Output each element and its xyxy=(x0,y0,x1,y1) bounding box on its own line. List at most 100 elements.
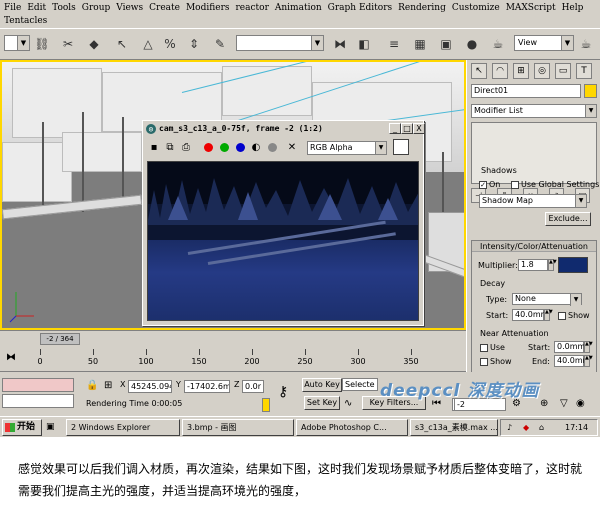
motion-tab-icon[interactable]: ◎ xyxy=(534,63,550,79)
utilities-tab-icon[interactable]: T xyxy=(576,63,592,79)
near-end-spinner[interactable]: ▲▼ xyxy=(584,355,593,367)
light-color-swatch[interactable] xyxy=(558,257,588,273)
print-icon[interactable]: ⎙ xyxy=(179,140,193,154)
lock-selection-icon[interactable]: 🔒 xyxy=(86,380,98,391)
menu-group[interactable]: Group xyxy=(82,2,110,15)
near-end-input[interactable]: 40.0mm xyxy=(554,355,590,367)
time-slider-thumb[interactable]: -2 / 364 xyxy=(40,333,80,345)
network-icon[interactable]: ⌂ xyxy=(539,420,544,435)
task-photoshop[interactable]: Adobe Photoshop C... xyxy=(296,419,408,436)
layer-manager-icon[interactable]: ≡ xyxy=(384,34,404,54)
decay-start-input[interactable]: 40.0mr xyxy=(512,309,544,321)
menu-reactor[interactable]: reactor xyxy=(236,2,269,15)
menu-graph-editors[interactable]: Graph Editors xyxy=(328,2,392,15)
task-3dsmax[interactable]: s3_c13a_素模.max ... xyxy=(410,419,498,436)
save-icon[interactable]: ▪ xyxy=(147,140,161,154)
spinner-snap-icon[interactable]: ⇕ xyxy=(184,34,204,54)
menu-customize[interactable]: Customize xyxy=(452,2,500,15)
selection-filter-dropdown[interactable]: ▼ xyxy=(4,35,30,51)
selected-set-dropdown[interactable]: Selecte xyxy=(342,378,378,391)
use-global-settings-checkbox[interactable] xyxy=(511,180,519,189)
quick-render-icon[interactable]: ☕ xyxy=(576,34,596,54)
select-link-icon[interactable]: ⛓ xyxy=(32,34,52,54)
exclude-button[interactable]: Exclude... xyxy=(545,212,591,226)
object-name-input[interactable]: Direct01 xyxy=(471,84,581,98)
render-scene-icon[interactable]: ☕ xyxy=(488,34,508,54)
align-icon[interactable]: ◧ xyxy=(354,34,374,54)
quick-launch-icon[interactable]: ▣ xyxy=(46,422,55,432)
named-selection-icon[interactable]: ✎ xyxy=(210,34,230,54)
menu-rendering[interactable]: Rendering xyxy=(398,2,446,15)
percent-snap-icon[interactable]: % xyxy=(160,34,180,54)
multiplier-input[interactable]: 1.8 xyxy=(518,259,548,271)
start-button[interactable]: 开始 xyxy=(2,419,42,436)
decay-show-checkbox[interactable] xyxy=(558,311,566,320)
maxscript-listener[interactable] xyxy=(2,378,74,392)
z-coordinate-field[interactable]: 0.0r xyxy=(242,380,264,393)
time-slider[interactable]: -2 / 364 xyxy=(0,330,466,346)
minimize-button[interactable]: _ xyxy=(389,123,401,134)
menu-maxscript[interactable]: MAXScript xyxy=(506,2,556,15)
clear-icon[interactable]: ✕ xyxy=(285,140,299,154)
modify-tab-icon[interactable]: ◠ xyxy=(492,63,508,79)
decay-type-dropdown[interactable]: None ▼ xyxy=(512,293,582,306)
menu-tentacles[interactable]: Tentacles xyxy=(4,15,47,28)
create-tab-icon[interactable]: ↖ xyxy=(471,63,487,79)
near-show-checkbox[interactable] xyxy=(480,357,488,366)
task-paint[interactable]: 3.bmp - 画图 xyxy=(182,419,294,436)
curve-editor-icon[interactable]: ▦ xyxy=(410,34,430,54)
green-channel-icon[interactable] xyxy=(217,140,231,154)
monochrome-icon[interactable] xyxy=(265,140,279,154)
blue-channel-icon[interactable] xyxy=(233,140,247,154)
bind-space-warp-icon[interactable]: ◆ xyxy=(84,34,104,54)
close-button[interactable]: X xyxy=(413,123,425,134)
menu-edit[interactable]: Edit xyxy=(27,2,46,15)
near-use-checkbox[interactable] xyxy=(480,343,488,352)
set-key-button[interactable]: Set Key xyxy=(304,396,340,410)
select-icon[interactable]: ↖ xyxy=(112,34,132,54)
multiplier-spinner[interactable]: ▲▼ xyxy=(548,259,557,271)
clone-icon[interactable]: ⧉ xyxy=(163,140,177,154)
shadows-on-checkbox[interactable]: ✓ xyxy=(479,180,487,189)
mirror-icon[interactable]: ⧓ xyxy=(330,34,350,54)
absolute-mode-icon[interactable]: ⊞ xyxy=(104,380,112,391)
menu-file[interactable]: File xyxy=(4,2,21,15)
menu-views[interactable]: Views xyxy=(116,2,143,15)
task-windows-explorer[interactable]: 2 Windows Explorer xyxy=(66,419,180,436)
decay-start-spinner[interactable]: ▲▼ xyxy=(544,309,553,321)
intensity-rollout-header[interactable]: Intensity/Color/Attenuation xyxy=(472,241,596,252)
menu-animation[interactable]: Animation xyxy=(275,2,322,15)
menu-create[interactable]: Create xyxy=(149,2,180,15)
menu-tools[interactable]: Tools xyxy=(52,2,76,15)
material-editor-icon[interactable]: ● xyxy=(462,34,482,54)
alpha-channel-icon[interactable]: ◐ xyxy=(249,140,263,154)
rendered-frame-titlebar[interactable]: ◎ cam_s3_c13_a_0-75f, frame -2 (1:2) xyxy=(144,122,422,136)
security-icon[interactable]: ◆ xyxy=(523,420,529,435)
hierarchy-tab-icon[interactable]: ⊞ xyxy=(513,63,529,79)
display-channel-select[interactable]: RGB Alpha ▼ xyxy=(307,141,387,155)
display-tab-icon[interactable]: ▭ xyxy=(555,63,571,79)
field-of-view-icon[interactable]: ▽ xyxy=(560,398,568,409)
menu-help[interactable]: Help xyxy=(562,2,584,15)
modifier-list-dropdown[interactable]: Modifier List ▼ xyxy=(471,104,597,118)
zoom-icon[interactable]: ⊕ xyxy=(540,398,548,409)
shadow-type-dropdown[interactable]: Shadow Map ▼ xyxy=(479,194,587,208)
maximize-button[interactable]: □ xyxy=(401,123,413,134)
key-icon[interactable]: ⚷ xyxy=(278,384,288,400)
named-selection-set-input[interactable]: ▼ xyxy=(236,35,324,51)
red-channel-icon[interactable] xyxy=(201,140,215,154)
time-config-icon[interactable] xyxy=(262,398,270,412)
rendered-frame-window[interactable]: ◎ cam_s3_c13_a_0-75f, frame -2 (1:2) _ □… xyxy=(142,120,425,326)
render-view-dropdown[interactable]: View ▼ xyxy=(514,35,574,51)
key-mode-icon[interactable]: ∿ xyxy=(344,398,352,409)
orbit-icon[interactable]: ◉ xyxy=(576,398,585,409)
track-bar[interactable]: ⧓ 0 50 100 150 200 250 300 350 xyxy=(0,346,466,372)
near-start-spinner[interactable]: ▲▼ xyxy=(584,341,593,353)
track-bar-toggle-icon[interactable]: ⧓ xyxy=(6,352,20,364)
x-coordinate-field[interactable]: 45245.094 xyxy=(128,380,172,393)
auto-key-button[interactable]: Auto Key xyxy=(302,378,342,392)
angle-snap-icon[interactable]: △ xyxy=(138,34,158,54)
near-start-input[interactable]: 0.0mm xyxy=(554,341,585,353)
menu-modifiers[interactable]: Modifiers xyxy=(186,2,230,15)
unlink-icon[interactable]: ✂ xyxy=(58,34,78,54)
